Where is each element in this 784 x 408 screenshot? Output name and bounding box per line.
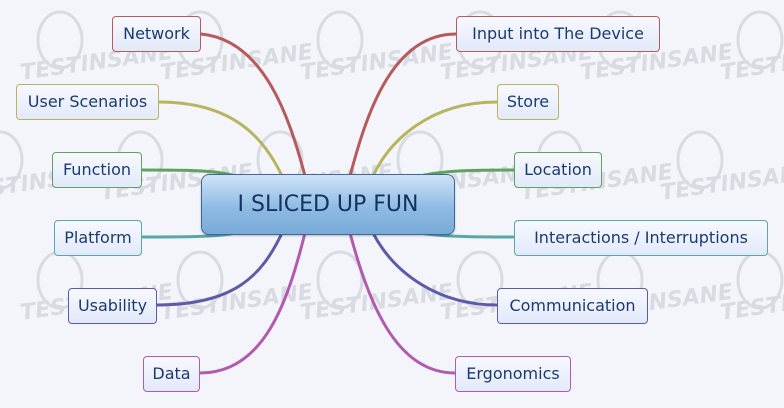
- topic-platform[interactable]: Platform: [54, 220, 142, 256]
- central-topic[interactable]: I SLICED UP FUN: [201, 174, 455, 235]
- topic-store[interactable]: Store: [497, 84, 559, 120]
- topic-function[interactable]: Function: [52, 152, 142, 188]
- topic-user-scenarios[interactable]: User Scenarios: [16, 84, 159, 120]
- topic-communication[interactable]: Communication: [497, 288, 648, 324]
- connector-store: [371, 100, 499, 178]
- connector-user-scenarios: [157, 100, 284, 178]
- connector-usability: [155, 231, 284, 307]
- connector-communication: [371, 231, 499, 307]
- connector-data: [198, 231, 307, 375]
- topic-location[interactable]: Location: [514, 152, 602, 188]
- topic-network[interactable]: Network: [112, 16, 201, 52]
- topic-ergonomics[interactable]: Ergonomics: [455, 356, 571, 392]
- topic-usability[interactable]: Usability: [68, 288, 157, 324]
- connector-ergonomics: [348, 231, 457, 375]
- connector-input-into-the-device: [348, 32, 458, 178]
- topic-data[interactable]: Data: [143, 356, 200, 392]
- topic-input-into-the-device[interactable]: Input into The Device: [456, 16, 660, 52]
- topic-interactions-interruptions[interactable]: Interactions / Interruptions: [514, 220, 768, 256]
- connector-network: [199, 32, 307, 178]
